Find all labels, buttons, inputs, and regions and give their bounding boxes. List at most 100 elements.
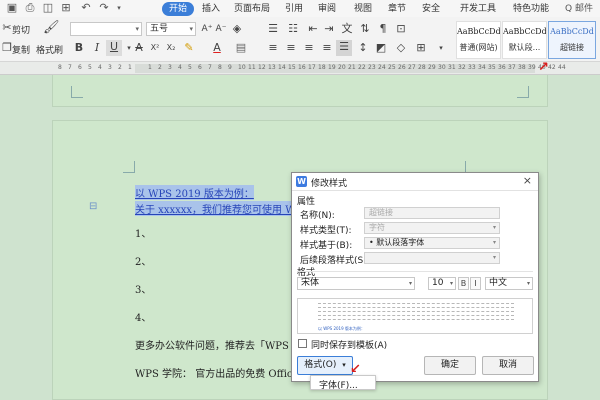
increase-indent-icon[interactable]: ⇥ xyxy=(322,22,336,36)
bold-icon[interactable]: B xyxy=(458,277,469,290)
font-size-value: 五号 xyxy=(150,24,169,34)
close-icon[interactable]: × xyxy=(523,174,532,187)
paragraph-marks-icon[interactable]: ¶ xyxy=(376,22,390,36)
tab-chapter[interactable]: 章节 xyxy=(386,2,408,16)
format-button-label: 格式(O) xyxy=(304,360,337,370)
chevron-down-icon[interactable]: ▾ xyxy=(113,2,125,14)
highlight-icon[interactable]: ✎ xyxy=(182,41,196,55)
doc-hyperlink-line-2[interactable]: 关于 xxxxxx，我们推荐您可使用 WPS2 xyxy=(135,201,291,216)
style-type-value: 字符 xyxy=(369,223,385,232)
font-size-select-dialog[interactable]: 10 ▾ xyxy=(428,277,456,290)
distribute-icon[interactable]: ☰ xyxy=(336,40,352,56)
underline-icon[interactable]: U xyxy=(106,40,122,56)
print-icon[interactable]: ⎙ xyxy=(24,2,36,14)
tab-references[interactable]: 引用 xyxy=(283,2,305,16)
tab-page-layout[interactable]: 页面布局 xyxy=(232,2,272,16)
tab-home[interactable]: 开始 xyxy=(162,2,194,16)
mail-search[interactable]: Q 邮件 xyxy=(560,2,598,16)
doc-list-item: 1、 xyxy=(135,229,152,240)
name-field[interactable]: 超链接 xyxy=(364,207,500,219)
style-type-label: 样式类型(T): xyxy=(300,226,352,236)
borders-icon[interactable]: ⊞ xyxy=(414,41,428,55)
horizontal-ruler[interactable]: 8 7 6 5 4 3 2 1 1 2 3 4 5 6 7 8 9 10 11 12 13 14 15 16 17 18 19 20 2… xyxy=(0,62,600,75)
grow-font-icon[interactable]: A⁺ xyxy=(200,22,214,36)
chinese-layout-icon[interactable]: 文 xyxy=(340,22,354,36)
decrease-indent-icon[interactable]: ⇤ xyxy=(306,22,320,36)
style-normal-web[interactable]: AaBbCcDd 普通(网站) xyxy=(456,21,501,59)
italic-icon[interactable]: I xyxy=(470,277,481,290)
chevron-down-icon[interactable]: ▾ xyxy=(434,41,448,55)
ruler-tick-label: 7 xyxy=(208,64,212,71)
brush-icon[interactable]: 🖌 xyxy=(43,21,60,35)
shading-icon[interactable]: ◩ xyxy=(374,41,388,55)
properties-heading: 属性 xyxy=(297,197,316,207)
bold-icon[interactable]: B xyxy=(72,41,86,55)
save-icon[interactable]: ▣ xyxy=(6,2,18,14)
preview-icon[interactable]: ◫ xyxy=(42,2,54,14)
align-left-icon[interactable]: ≡ xyxy=(266,41,280,55)
style-preview: AaBbCcDd xyxy=(550,27,594,36)
tab-insert[interactable]: 插入 xyxy=(200,2,222,16)
ruler-tick-label: 19 xyxy=(328,64,336,71)
style-name: 默认段... xyxy=(508,43,541,52)
format-painter-button[interactable]: 格式刷 xyxy=(36,43,63,56)
subscript-icon[interactable]: X₂ xyxy=(164,41,178,55)
shrink-font-icon[interactable]: A⁻ xyxy=(214,22,228,36)
copy-button[interactable]: 复制 xyxy=(12,43,30,56)
layout-icon[interactable]: ⊡ xyxy=(394,22,408,36)
fill-icon[interactable]: ◇ xyxy=(394,41,408,55)
font-color-icon[interactable]: A xyxy=(210,41,224,55)
style-hyperlink[interactable]: AaBbCcDd 超链接 xyxy=(548,21,596,59)
redo-icon[interactable]: ↷ xyxy=(98,2,110,14)
numbered-list-icon[interactable]: ☷ xyxy=(286,22,300,36)
preview-line xyxy=(318,307,514,308)
superscript-icon[interactable]: X² xyxy=(148,41,162,55)
font-menu-item[interactable]: 字体(F)... xyxy=(319,378,358,391)
ok-button[interactable]: 确定 xyxy=(424,356,476,375)
char-shading-icon[interactable]: ▤ xyxy=(234,41,248,55)
italic-icon[interactable]: I xyxy=(90,41,104,55)
format-button[interactable]: 格式(O) ▾ xyxy=(297,356,353,375)
ruler-tick-label: 13 xyxy=(268,64,276,71)
dialog-titlebar[interactable]: W 修改样式 × xyxy=(292,173,538,191)
clear-format-icon[interactable]: ◈ xyxy=(230,22,244,36)
align-center-icon[interactable]: ≡ xyxy=(284,41,298,55)
style-default-paragraph[interactable]: AaBbCcDd 默认段... xyxy=(502,21,547,59)
tab-review[interactable]: 审阅 xyxy=(316,2,338,16)
line-spacing-icon[interactable]: ↕ xyxy=(356,41,370,55)
ruler-tick-label: 1 xyxy=(148,64,152,71)
paragraph-handle-icon[interactable]: ⊟ xyxy=(89,201,97,212)
font-select[interactable]: 宋体 ▾ xyxy=(297,277,415,290)
tab-features[interactable]: 特色功能 xyxy=(511,2,551,16)
doc-hyperlink-line-1[interactable]: 以 WPS 2019 版本为例： xyxy=(135,185,254,200)
ruler-tick-label: 5 xyxy=(188,64,192,71)
font-size-select[interactable]: 五号 ▾ xyxy=(146,22,196,36)
undo-icon[interactable]: ↶ xyxy=(80,2,92,14)
tab-developer[interactable]: 开发工具 xyxy=(458,2,498,16)
next-style-select: ▾ xyxy=(364,252,500,264)
tab-security[interactable]: 安全 xyxy=(420,2,442,16)
margin-mark xyxy=(517,86,529,98)
language-select[interactable]: 中文 ▾ xyxy=(485,277,533,290)
save-to-template-checkbox[interactable] xyxy=(298,339,307,348)
align-right-icon[interactable]: ≡ xyxy=(302,41,316,55)
ruler-tick-label: 15 xyxy=(288,64,296,71)
modify-style-dialog: W 修改样式 × 属性 名称(N): 超链接 样式类型(T): 字符 ▾ 样式基于… xyxy=(291,172,539,382)
doc-list-item: 2、 xyxy=(135,257,152,268)
tab-view[interactable]: 视图 xyxy=(352,2,374,16)
ruler-tick-label: 35 xyxy=(488,64,496,71)
print-preview-icon[interactable]: ⊞ xyxy=(60,2,72,14)
strikethrough-icon[interactable]: A xyxy=(132,41,146,55)
ruler-tick-label: 8 xyxy=(218,64,222,71)
justify-icon[interactable]: ≡ xyxy=(320,41,334,55)
ruler-tick-label: 5 xyxy=(88,64,92,71)
cut-button[interactable]: 剪切 xyxy=(12,23,30,36)
cancel-button[interactable]: 取消 xyxy=(482,356,534,375)
chevron-down-icon: ▾ xyxy=(526,280,530,287)
font-family-select[interactable]: ▾ xyxy=(70,22,142,36)
ruler-tick-label: 11 xyxy=(248,64,256,71)
sort-icon[interactable]: ⇅ xyxy=(358,22,372,36)
bullet-list-icon[interactable]: ☰ xyxy=(266,22,280,36)
chevron-down-icon: ▾ xyxy=(492,239,496,246)
based-on-select[interactable]: • 默认段落字体 ▾ xyxy=(364,237,500,249)
